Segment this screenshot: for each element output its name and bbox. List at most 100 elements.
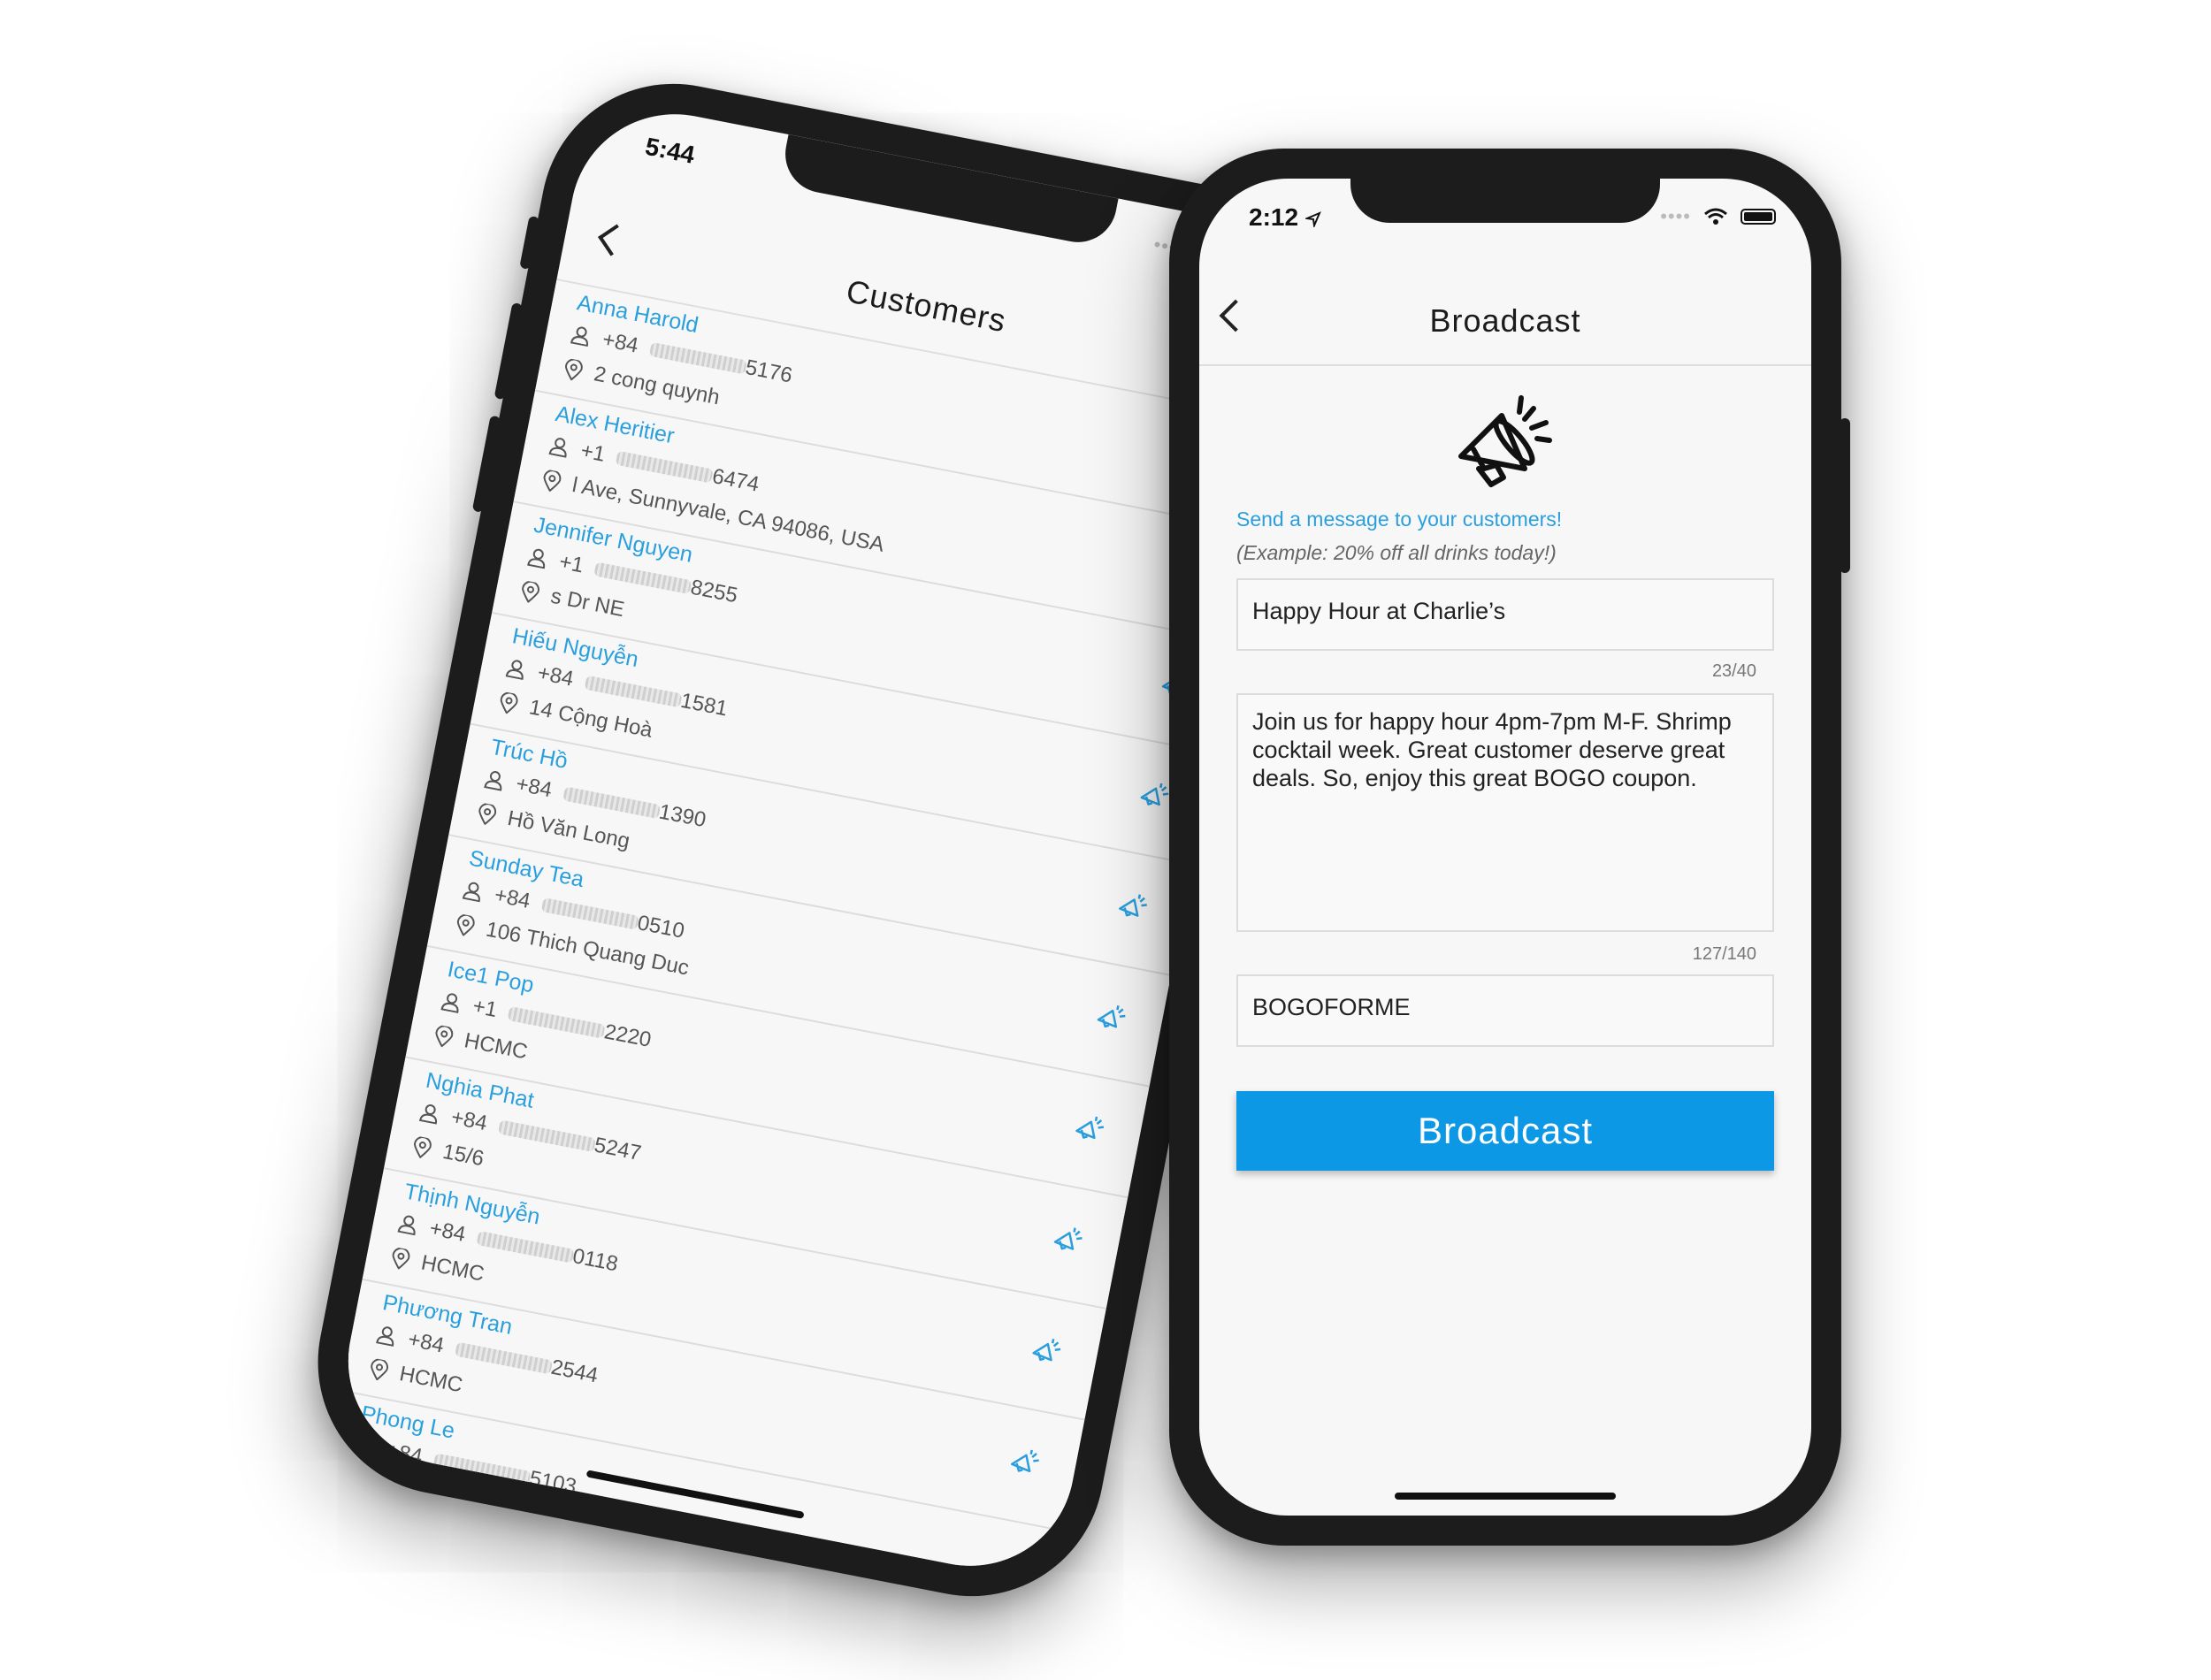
location-pin-icon [390,1247,411,1271]
broadcast-megaphone-icon[interactable] [985,1557,1021,1584]
address-text: HCMC [418,1250,486,1287]
phone-prefix: +1 [578,439,608,467]
phone-prefix: +84 [406,1327,447,1358]
customer-address: HCMC [432,1023,530,1065]
redacted-phone [476,1230,575,1264]
phone-prefix: +84 [535,661,576,691]
redacted-phone [454,1341,553,1375]
location-pin-icon [476,802,497,826]
broadcast-example-hint: (Example: 20% off all drinks today!) [1236,541,1557,564]
broadcast-megaphone-icon[interactable] [1115,890,1151,927]
message-char-counter: 127/140 [1692,944,1756,964]
redacted-phone [584,675,683,708]
phone-suffix: 5176 [743,355,795,388]
redacted-phone [616,450,715,484]
location-pin-icon [541,469,562,493]
broadcast-megaphone-icon[interactable] [1050,1224,1085,1260]
signal-icon: •••• [1660,205,1691,227]
phone-suffix: 0510 [635,911,687,943]
user-icon [505,657,528,681]
user-icon [418,1102,441,1125]
address-text: 15/6 [440,1139,486,1172]
phone-suffix: 1581 [678,688,730,722]
customers-screen: 5:44 •••• Customers Anna Harold +84 5176 2 … [330,95,1315,1585]
user-icon [354,1435,377,1458]
phone-suffix: 5103 [527,1466,578,1500]
redacted-phone [540,897,639,930]
message-textarea[interactable]: Join us for happy hour 4pm-7pm M-F. Shri… [1236,693,1774,932]
phone-prefix: +1 [471,994,500,1023]
customer-address: HCMC [368,1356,464,1399]
status-time: 2:12 [1249,203,1321,232]
user-icon [483,768,506,791]
title-input[interactable]: Happy Hour at Charlie’s [1236,578,1774,651]
notch [1350,179,1660,223]
broadcast-megaphone-icon[interactable] [1029,1335,1064,1371]
location-pin-icon [498,691,519,715]
customer-phone: +84 5103 [353,1432,578,1500]
redacted-phone [432,1453,532,1485]
location-pin-icon [433,1025,455,1049]
address-text: HCMC [462,1028,530,1065]
phone-suffix: 1390 [656,799,708,833]
phone-prefix: +84 [427,1216,468,1247]
status-icons: •••• [1660,205,1776,228]
phone-prefix: +1 [557,549,586,578]
broadcast-form: Send a message to your customers! (Examp… [1199,366,1811,1516]
phone-suffix: 2220 [601,1019,654,1052]
redacted-phone [593,561,692,595]
broadcast-megaphone-icon[interactable] [1072,1113,1107,1149]
redacted-phone [497,1119,596,1152]
redacted-phone [507,1006,606,1039]
address-text: HCMC [397,1362,465,1398]
side-button-power [1840,418,1850,573]
location-pin-icon [455,913,476,937]
location-arrow-icon [1304,210,1321,229]
location-pin-icon [519,580,540,604]
status-time: 5:44 [643,132,698,169]
broadcast-phone: 2:12 •••• Broadcast Send a message to yo… [1169,149,1850,1546]
phone-suffix: 8255 [688,575,740,608]
redacted-phone [562,786,661,820]
broadcast-megaphone-icon[interactable] [1006,1447,1042,1483]
phone-suffix: 6474 [710,463,761,497]
user-icon [462,880,485,903]
user-icon [375,1324,398,1347]
broadcast-megaphone-icon[interactable] [1136,780,1172,816]
phone-suffix: 2544 [548,1355,601,1388]
user-icon [526,546,549,569]
wifi-icon [1704,208,1727,225]
location-pin-icon [562,358,584,382]
broadcast-megaphone-icon[interactable] [1093,1002,1128,1038]
side-button-volume-up [493,302,524,401]
customer-address: 15/6 [411,1134,486,1172]
phone-suffix: 0118 [570,1244,621,1277]
user-icon [440,990,463,1013]
customer-list[interactable]: Anna Harold +84 5176 2 cong quynh Alex Herit… [330,279,1279,1585]
user-icon [397,1213,420,1236]
side-button-mute [519,215,540,270]
battery-icon [1740,209,1776,225]
megaphone-icon [1458,395,1552,487]
status-time-text: 2:12 [1249,203,1299,231]
home-indicator[interactable] [1395,1493,1616,1500]
phone-prefix: +84 [514,772,555,803]
location-pin-icon [347,1467,368,1491]
broadcast-screen: 2:12 •••• Broadcast Send a message to yo… [1199,179,1811,1516]
customer-address [347,1467,380,1493]
phone-prefix: +84 [384,1438,425,1470]
phone-suffix: 5247 [592,1133,644,1166]
location-pin-icon [411,1135,432,1159]
address-text: s Dr NE [548,584,627,622]
coupon-code-input[interactable]: BOGOFORME [1236,974,1774,1047]
broadcast-heading: Send a message to your customers! [1236,508,1563,531]
user-icon [548,435,571,458]
phone-prefix: +84 [600,327,641,358]
customer-address: HCMC [389,1245,486,1287]
phone-prefix: +84 [492,882,532,913]
phone-prefix: +84 [448,1104,490,1136]
redacted-phone [648,341,747,375]
location-pin-icon [368,1358,389,1382]
user-icon [570,325,593,347]
broadcast-button[interactable]: Broadcast [1236,1091,1774,1171]
